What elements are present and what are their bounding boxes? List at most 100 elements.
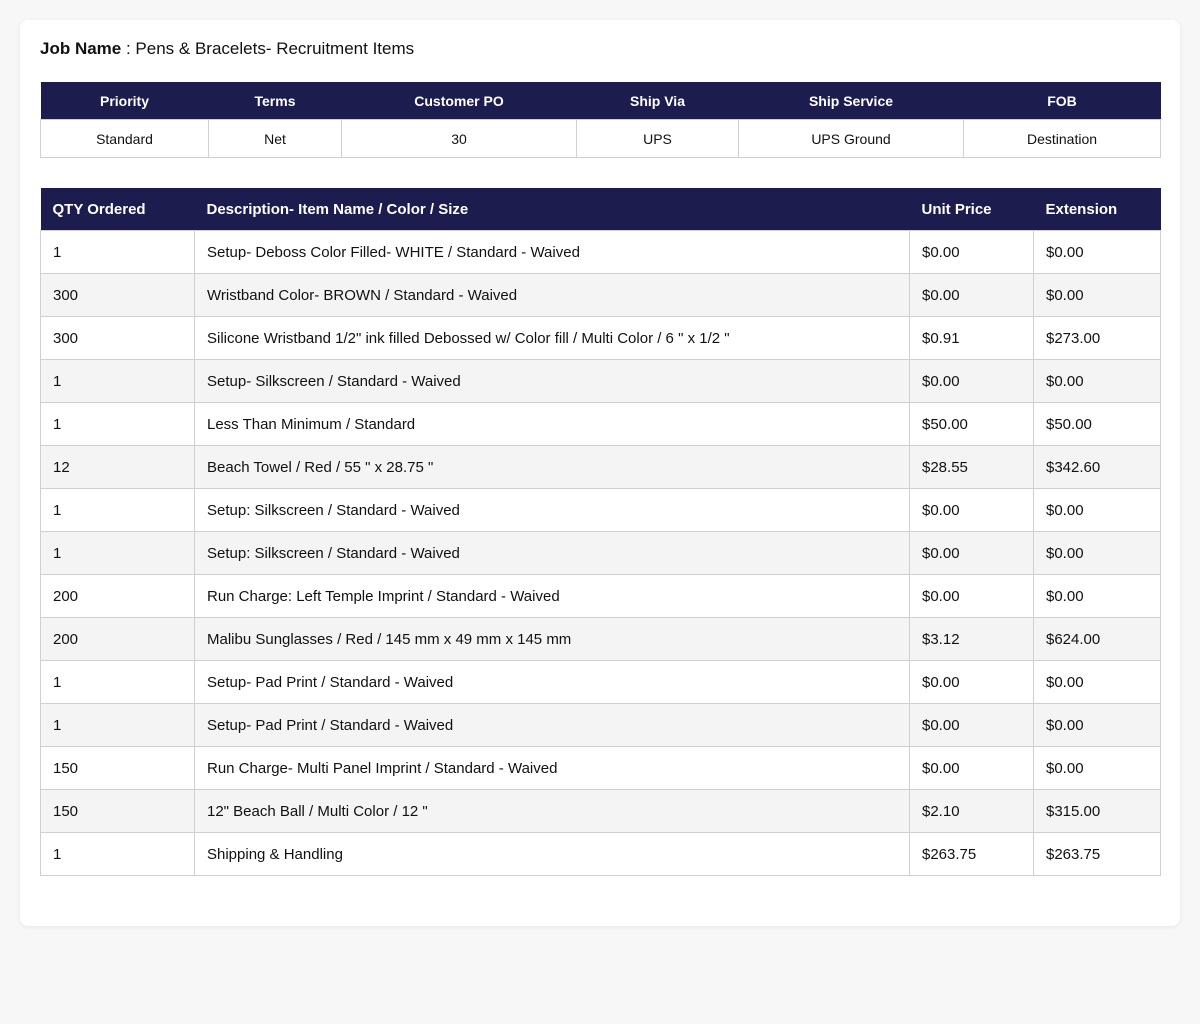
- qty-cell: 1: [40, 832, 195, 876]
- meta-header-priority: Priority: [40, 82, 209, 120]
- extension-cell: $0.00: [1033, 574, 1161, 618]
- description-cell: Setup: Silkscreen / Standard - Waived: [194, 531, 910, 575]
- extension-cell: $273.00: [1033, 316, 1161, 360]
- meta-header-terms: Terms: [208, 82, 342, 120]
- description-cell: Setup- Silkscreen / Standard - Waived: [194, 359, 910, 403]
- qty-cell: 300: [40, 273, 195, 317]
- qty-cell: 1: [40, 230, 195, 274]
- unit-price-cell: $0.00: [909, 531, 1034, 575]
- order-card: Job Name : Pens & Bracelets- Recruitment…: [20, 20, 1180, 926]
- table-row: 1 Setup- Silkscreen / Standard - Waived …: [40, 359, 1161, 403]
- extension-cell: $0.00: [1033, 273, 1161, 317]
- description-cell: Shipping & Handling: [194, 832, 910, 876]
- description-cell: Setup- Pad Print / Standard - Waived: [194, 703, 910, 747]
- meta-header-ship-via: Ship Via: [576, 82, 739, 120]
- unit-price-cell: $0.00: [909, 660, 1034, 704]
- qty-cell: 1: [40, 660, 195, 704]
- table-row: 1 Setup- Pad Print / Standard - Waived $…: [40, 660, 1161, 704]
- description-cell: Setup: Silkscreen / Standard - Waived: [194, 488, 910, 532]
- extension-cell: $0.00: [1033, 488, 1161, 532]
- table-row: 300 Wristband Color- BROWN / Standard - …: [40, 273, 1161, 317]
- unit-price-cell: $0.00: [909, 488, 1034, 532]
- qty-cell: 1: [40, 531, 195, 575]
- meta-value-terms: Net: [208, 119, 342, 158]
- items-header-description: Description- Item Name / Color / Size: [194, 188, 910, 231]
- table-row: 1 Less Than Minimum / Standard $50.00 $5…: [40, 402, 1161, 446]
- meta-value-customer-po: 30: [341, 119, 577, 158]
- extension-cell: $0.00: [1033, 359, 1161, 403]
- qty-cell: 200: [40, 617, 195, 661]
- unit-price-cell: $263.75: [909, 832, 1034, 876]
- table-row: 150 12" Beach Ball / Multi Color / 12 " …: [40, 789, 1161, 833]
- table-row: 150 Run Charge- Multi Panel Imprint / St…: [40, 746, 1161, 790]
- qty-cell: 12: [40, 445, 195, 489]
- qty-cell: 1: [40, 488, 195, 532]
- extension-cell: $342.60: [1033, 445, 1161, 489]
- description-cell: Run Charge- Multi Panel Imprint / Standa…: [194, 746, 910, 790]
- qty-cell: 150: [40, 789, 195, 833]
- qty-cell: 200: [40, 574, 195, 618]
- table-row: 1 Shipping & Handling $263.75 $263.75: [40, 832, 1161, 876]
- description-cell: 12" Beach Ball / Multi Color / 12 ": [194, 789, 910, 833]
- items-header-qty: QTY Ordered: [40, 188, 195, 231]
- table-row: 1 Setup: Silkscreen / Standard - Waived …: [40, 488, 1161, 532]
- description-cell: Run Charge: Left Temple Imprint / Standa…: [194, 574, 910, 618]
- unit-price-cell: $0.00: [909, 230, 1034, 274]
- unit-price-cell: $0.00: [909, 574, 1034, 618]
- unit-price-cell: $28.55: [909, 445, 1034, 489]
- items-header-extension: Extension: [1033, 188, 1161, 231]
- extension-cell: $315.00: [1033, 789, 1161, 833]
- table-row: 1 Setup: Silkscreen / Standard - Waived …: [40, 531, 1161, 575]
- unit-price-cell: $0.00: [909, 703, 1034, 747]
- extension-cell: $0.00: [1033, 230, 1161, 274]
- table-row: 200 Run Charge: Left Temple Imprint / St…: [40, 574, 1161, 618]
- meta-value-priority: Standard: [40, 119, 209, 158]
- qty-cell: 1: [40, 402, 195, 446]
- order-meta-table: Priority Terms Customer PO Ship Via Ship…: [40, 82, 1161, 158]
- job-name-value: Pens & Bracelets- Recruitment Items: [135, 39, 415, 58]
- table-row: 200 Malibu Sunglasses / Red / 145 mm x 4…: [40, 617, 1161, 661]
- extension-cell: $0.00: [1033, 660, 1161, 704]
- extension-cell: $0.00: [1033, 531, 1161, 575]
- items-header-row: QTY Ordered Description- Item Name / Col…: [40, 188, 1161, 231]
- job-name-line: Job Name : Pens & Bracelets- Recruitment…: [40, 38, 414, 60]
- qty-cell: 1: [40, 703, 195, 747]
- meta-value-ship-via: UPS: [576, 119, 739, 158]
- meta-header-ship-service: Ship Service: [738, 82, 964, 120]
- items-header-unit-price: Unit Price: [909, 188, 1034, 231]
- table-row: 300 Silicone Wristband 1/2" ink filled D…: [40, 316, 1161, 360]
- unit-price-cell: $0.00: [909, 746, 1034, 790]
- unit-price-cell: $0.91: [909, 316, 1034, 360]
- job-name-label: Job Name: [40, 39, 122, 58]
- extension-cell: $624.00: [1033, 617, 1161, 661]
- description-cell: Setup- Deboss Color Filled- WHITE / Stan…: [194, 230, 910, 274]
- unit-price-cell: $3.12: [909, 617, 1034, 661]
- meta-value-row: Standard Net 30 UPS UPS Ground Destinati…: [40, 119, 1161, 158]
- description-cell: Less Than Minimum / Standard: [194, 402, 910, 446]
- unit-price-cell: $2.10: [909, 789, 1034, 833]
- description-cell: Setup- Pad Print / Standard - Waived: [194, 660, 910, 704]
- qty-cell: 150: [40, 746, 195, 790]
- description-cell: Beach Towel / Red / 55 " x 28.75 ": [194, 445, 910, 489]
- extension-cell: $263.75: [1033, 832, 1161, 876]
- meta-header-fob: FOB: [963, 82, 1161, 120]
- extension-cell: $50.00: [1033, 402, 1161, 446]
- unit-price-cell: $0.00: [909, 273, 1034, 317]
- table-row: 12 Beach Towel / Red / 55 " x 28.75 " $2…: [40, 445, 1161, 489]
- meta-header-customer-po: Customer PO: [341, 82, 577, 120]
- meta-value-ship-service: UPS Ground: [738, 119, 964, 158]
- qty-cell: 1: [40, 359, 195, 403]
- meta-header-row: Priority Terms Customer PO Ship Via Ship…: [40, 82, 1161, 120]
- extension-cell: $0.00: [1033, 746, 1161, 790]
- table-row: 1 Setup- Deboss Color Filled- WHITE / St…: [40, 230, 1161, 274]
- table-row: 1 Setup- Pad Print / Standard - Waived $…: [40, 703, 1161, 747]
- qty-cell: 300: [40, 316, 195, 360]
- line-items-table: QTY Ordered Description- Item Name / Col…: [40, 188, 1161, 876]
- unit-price-cell: $0.00: [909, 359, 1034, 403]
- description-cell: Silicone Wristband 1/2" ink filled Debos…: [194, 316, 910, 360]
- unit-price-cell: $50.00: [909, 402, 1034, 446]
- description-cell: Wristband Color- BROWN / Standard - Waiv…: [194, 273, 910, 317]
- description-cell: Malibu Sunglasses / Red / 145 mm x 49 mm…: [194, 617, 910, 661]
- extension-cell: $0.00: [1033, 703, 1161, 747]
- meta-value-fob: Destination: [963, 119, 1161, 158]
